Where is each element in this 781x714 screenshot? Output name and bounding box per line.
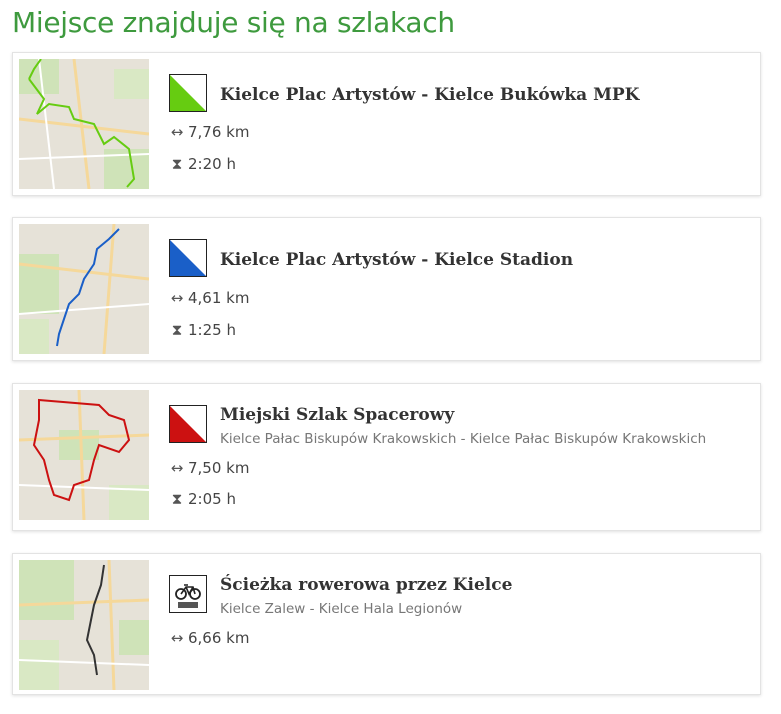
distance-icon: ↔ xyxy=(170,459,184,477)
trail-card[interactable]: Kielce Plac Artystów - Kielce Stadion ↔ 4… xyxy=(12,217,761,361)
trail-duration: ⧗ 2:05 h xyxy=(169,490,236,508)
trail-map-thumbnail[interactable] xyxy=(19,224,149,354)
hourglass-icon: ⧗ xyxy=(171,321,183,339)
trail-title[interactable]: Miejski Szlak Spacerowy xyxy=(220,405,454,425)
bicycle-icon xyxy=(169,575,207,613)
trail-title[interactable]: Kielce Plac Artystów - Kielce Stadion xyxy=(220,250,573,270)
trail-card[interactable]: Ścieżka rowerowa przez Kielce Kielce Zal… xyxy=(12,553,761,695)
trail-distance: ↔ 7,76 km xyxy=(170,123,250,141)
distance-icon: ↔ xyxy=(170,123,184,141)
trail-duration: ⧗ 2:20 h xyxy=(169,155,236,173)
trail-title[interactable]: Kielce Plac Artystów - Kielce Bukówka MP… xyxy=(220,85,639,105)
hourglass-icon: ⧗ xyxy=(171,490,183,508)
blue-marker-icon xyxy=(169,239,207,277)
red-marker-icon xyxy=(169,405,207,443)
green-marker-icon xyxy=(169,74,207,112)
trail-distance: ↔ 7,50 km xyxy=(170,459,250,477)
distance-icon: ↔ xyxy=(170,629,184,647)
section-heading: Miejsce znajduje się na szlakach xyxy=(12,6,455,39)
trail-duration: ⧗ 1:25 h xyxy=(169,321,236,339)
trail-distance: ↔ 6,66 km xyxy=(170,629,250,647)
trail-map-thumbnail[interactable] xyxy=(19,59,149,189)
trail-map-thumbnail[interactable] xyxy=(19,390,149,520)
trail-route: Kielce Pałac Biskupów Krakowskich - Kiel… xyxy=(220,431,707,447)
distance-icon: ↔ xyxy=(170,289,184,307)
trail-distance: ↔ 4,61 km xyxy=(170,289,250,307)
trail-map-thumbnail[interactable] xyxy=(19,560,149,690)
trail-title[interactable]: Ścieżka rowerowa przez Kielce xyxy=(220,575,512,595)
trail-card[interactable]: Miejski Szlak Spacerowy Kielce Pałac Bis… xyxy=(12,383,761,531)
trail-route: Kielce Zalew - Kielce Hala Legionów xyxy=(220,601,463,617)
trail-card[interactable]: Kielce Plac Artystów - Kielce Bukówka MP… xyxy=(12,52,761,196)
hourglass-icon: ⧗ xyxy=(171,155,183,173)
